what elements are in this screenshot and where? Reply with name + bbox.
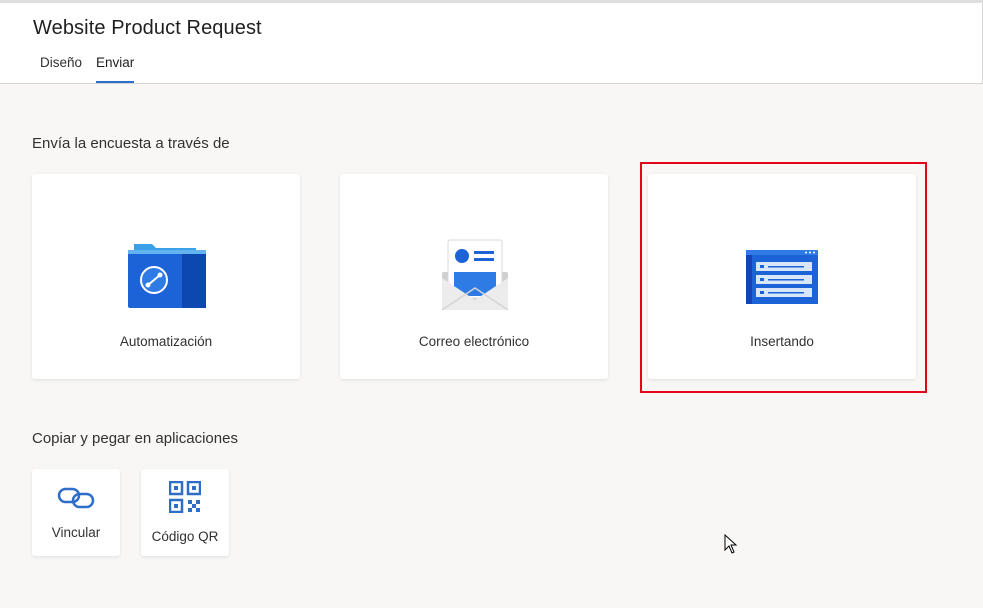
embed-card-label: Insertando [750, 334, 814, 349]
tab-send[interactable]: Enviar [96, 53, 135, 83]
automation-card[interactable]: Automatización [32, 174, 300, 379]
send-section-heading: Envía la encuesta a través de [32, 135, 230, 152]
tab-bar: Diseño Enviar [40, 53, 148, 83]
email-card[interactable]: Correo electrónico [340, 174, 608, 379]
link-card[interactable]: Vincular [32, 469, 120, 556]
link-icon [57, 485, 95, 516]
qr-code-card-label: Código QR [151, 529, 219, 544]
tab-design[interactable]: Diseño [40, 53, 82, 83]
copy-section-heading: Copiar y pegar en aplicaciones [32, 430, 238, 447]
link-card-label: Vincular [51, 525, 101, 540]
email-envelope-icon [440, 238, 510, 317]
automation-folder-icon [126, 240, 206, 313]
automation-card-label: Automatización [119, 334, 213, 349]
embed-form-icon [746, 250, 818, 309]
qr-code-icon [168, 480, 202, 518]
embed-card[interactable]: Insertando [648, 174, 916, 379]
mouse-cursor-icon [724, 533, 738, 559]
email-card-label: Correo electrónico [418, 334, 530, 349]
qr-code-card[interactable]: Código QR [141, 469, 229, 556]
page-title: Website Product Request [33, 17, 262, 39]
page-header: Website Product Request Diseño Enviar [0, 3, 983, 84]
